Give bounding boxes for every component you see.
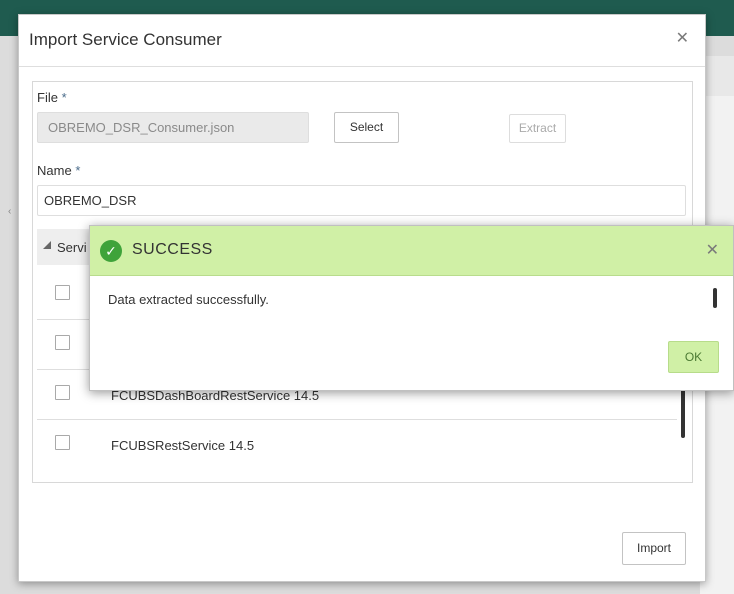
success-title: SUCCESS — [132, 241, 213, 258]
ok-button[interactable]: OK — [668, 341, 719, 373]
row-checkbox[interactable] — [55, 435, 70, 450]
close-icon[interactable]: ✕ — [676, 28, 689, 48]
success-dialog: ✓ SUCCESS ✕ Data extracted successfully.… — [89, 225, 734, 391]
required-marker: * — [61, 90, 67, 105]
sort-icon — [43, 241, 51, 249]
import-button[interactable]: Import — [622, 532, 686, 565]
required-marker: * — [75, 163, 81, 178]
extract-button[interactable]: Extract — [509, 114, 566, 143]
chevron-left-icon: ‹ — [8, 206, 12, 217]
success-header: ✓ SUCCESS ✕ — [90, 226, 733, 276]
name-label-text: Name — [37, 163, 72, 178]
check-circle-icon: ✓ — [100, 240, 122, 262]
dialog-title: Import Service Consumer — [29, 30, 222, 49]
success-message: Data extracted successfully. — [108, 292, 269, 307]
row-label: FCUBSRestService 14.5 — [111, 438, 255, 453]
select-button[interactable]: Select — [334, 112, 399, 143]
message-scrollbar[interactable] — [713, 288, 717, 308]
file-label: File * — [37, 90, 67, 105]
row-checkbox[interactable] — [55, 335, 70, 350]
file-field[interactable]: OBREMO_DSR_Consumer.json — [37, 112, 309, 143]
column-header-label: Servi — [57, 240, 87, 255]
row-checkbox[interactable] — [55, 285, 70, 300]
name-field[interactable]: OBREMO_DSR — [37, 185, 686, 216]
table-row: FCUBSRestService 14.5 — [37, 420, 677, 470]
close-icon[interactable]: ✕ — [706, 240, 719, 260]
file-label-text: File — [37, 90, 58, 105]
dialog-header: Import Service Consumer ✕ — [19, 15, 705, 67]
name-label: Name * — [37, 163, 80, 178]
row-checkbox[interactable] — [55, 385, 70, 400]
